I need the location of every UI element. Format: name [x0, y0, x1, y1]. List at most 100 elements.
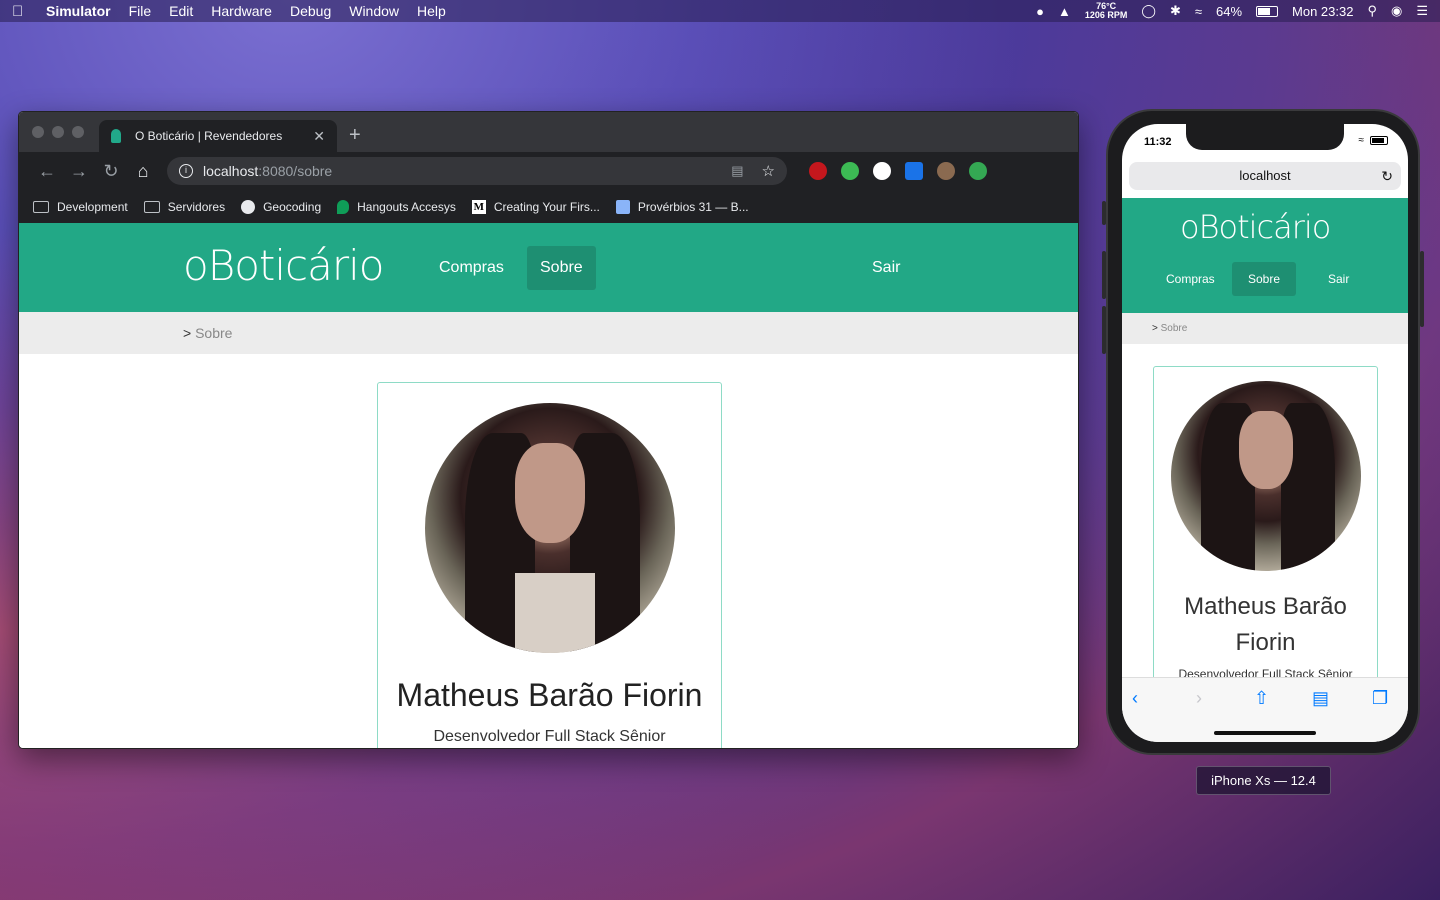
volume-up-button[interactable] [1102, 251, 1106, 299]
bookmark-geocoding[interactable]: Geocoding [241, 199, 322, 214]
profile-avatar[interactable] [937, 162, 955, 180]
bluetooth-icon[interactable]: ✱ [1170, 3, 1181, 19]
rpm-value: 1206 RPM [1084, 10, 1128, 20]
mobile-nav-compras[interactable]: Compras [1150, 262, 1231, 296]
back-icon[interactable]: ‹ [1132, 688, 1138, 709]
nav-compras[interactable]: Compras [426, 246, 517, 290]
bookmark-hangouts[interactable]: Hangouts Accesys [337, 199, 456, 214]
extension-color-icon[interactable] [841, 162, 859, 180]
menu-file[interactable]: File [129, 3, 152, 19]
profile-role: Desenvolvedor Full Stack Sênior [433, 728, 666, 745]
siri-icon[interactable]: ◉ [1391, 3, 1402, 19]
photo-face [1238, 411, 1293, 489]
menu-help[interactable]: Help [417, 3, 446, 19]
breadcrumb-current: Sobre [195, 325, 233, 341]
medium-icon: M [471, 199, 486, 214]
menu-bar:  Simulator File Edit Hardware Debug Win… [0, 0, 1440, 22]
window-controls [32, 126, 84, 138]
back-icon[interactable]: ← [31, 161, 63, 182]
notification-center-icon[interactable]: ☰ [1416, 3, 1428, 19]
mute-switch[interactable] [1102, 201, 1106, 225]
boticario-logo[interactable]: oBoticário [1180, 208, 1331, 246]
mobile-breadcrumb: > Sobre [1122, 313, 1408, 344]
menu-app-name[interactable]: Simulator [46, 3, 111, 19]
browser-chrome: O Boticário | Revendedores ✕ + ← → ↻ ⌂ i… [19, 112, 1078, 223]
status-icons: ≈ [1358, 135, 1388, 146]
mobile-profile-name: Matheus Barão Fiorin [1154, 589, 1377, 661]
url-path: :8080/sobre [258, 163, 333, 179]
folder-icon [143, 200, 160, 213]
home-indicator[interactable] [1214, 731, 1316, 735]
menu-hardware[interactable]: Hardware [211, 3, 272, 19]
update-icon[interactable] [969, 162, 987, 180]
bookmark-medium[interactable]: M Creating Your Firs... [471, 199, 600, 214]
home-icon[interactable]: ⌂ [127, 161, 159, 182]
extension-blue-icon[interactable] [905, 162, 923, 180]
profile-card: Matheus Barão Fiorin Desenvolvedor Full … [377, 382, 722, 748]
site-info-icon[interactable]: i [179, 164, 193, 178]
browser-window: O Boticário | Revendedores ✕ + ← → ↻ ⌂ i… [18, 111, 1079, 749]
bookmark-label: Geocoding [263, 199, 322, 214]
volume-down-button[interactable] [1102, 306, 1106, 354]
forward-icon[interactable]: › [1196, 688, 1202, 709]
menu-edit[interactable]: Edit [169, 3, 193, 19]
adblock-plus-icon[interactable] [809, 162, 827, 180]
mobile-site-header: oBoticário Compras Sobre Sair [1122, 198, 1408, 313]
globe-icon [241, 199, 256, 214]
tabs-icon[interactable]: ❐ [1372, 688, 1388, 709]
simulator-device-label: iPhone Xs — 12.4 [1196, 766, 1331, 795]
bookmark-label: Creating Your Firs... [493, 199, 600, 214]
profile-name: Matheus Barão Fiorin [396, 677, 703, 713]
boticario-logo[interactable]: oBoticário [183, 241, 384, 290]
tab-title: O Boticário | Revendedores [135, 129, 283, 143]
folder-icon [33, 200, 49, 213]
bookmark-star-icon[interactable]: ☆ [762, 162, 775, 180]
bookmark-development[interactable]: Development [33, 200, 128, 214]
profile-photo [424, 403, 675, 653]
elephant-icon[interactable]: ● [1036, 4, 1044, 19]
menu-window[interactable]: Window [349, 3, 399, 19]
bookmark-proverbios[interactable]: Provérbios 31 — B... [615, 199, 749, 214]
battery-icon[interactable] [1256, 5, 1279, 17]
apple-icon[interactable]:  [12, 3, 28, 20]
side-button[interactable] [1420, 251, 1424, 327]
extensions [809, 162, 987, 180]
bookmark-label: Servidores [167, 199, 226, 214]
nav-sair[interactable]: Sair [859, 246, 913, 290]
status-time: 11:32 [1144, 136, 1172, 148]
new-tab-button[interactable]: + [349, 124, 361, 147]
mobile-nav-sair[interactable]: Sair [1312, 262, 1365, 296]
forward-icon[interactable]: → [63, 161, 95, 182]
wifi-icon[interactable]: ≈ [1195, 4, 1202, 19]
spotlight-icon[interactable]: ⚲ [1367, 3, 1377, 19]
battery-percent[interactable]: 64% [1216, 4, 1242, 19]
share-icon[interactable]: ⇧ [1254, 688, 1269, 709]
reload-icon[interactable]: ↻ [95, 161, 127, 182]
safari-address-bar[interactable]: localhost ↻ [1129, 162, 1401, 190]
reload-icon[interactable]: ↻ [1381, 162, 1393, 190]
bookmark-servidores[interactable]: Servidores [143, 199, 226, 214]
mobile-nav-sobre[interactable]: Sobre [1232, 262, 1297, 296]
address-bar[interactable]: i localhost:8080/sobre ▤ ☆ [167, 157, 787, 185]
browser-tab[interactable]: O Boticário | Revendedores ✕ [99, 120, 337, 152]
translate-icon[interactable]: ▤ [731, 163, 743, 179]
clock[interactable]: Mon 23:32 [1292, 4, 1353, 19]
temperature-readout[interactable]: 76°C 1206 RPM [1085, 2, 1128, 20]
safari-address: localhost [1239, 168, 1291, 183]
wifi-icon: ≈ [1358, 135, 1365, 146]
close-window-button[interactable] [32, 126, 44, 138]
menu-debug[interactable]: Debug [290, 3, 331, 19]
battery-icon [1370, 136, 1388, 145]
bookmarks-icon[interactable]: ▤ [1312, 688, 1329, 709]
docker-icon[interactable]: ▲ [1058, 4, 1071, 19]
minimize-window-button[interactable] [52, 126, 64, 138]
iphone-screen: 11:32 ≈ localhost ↻ oBoticário Compras S… [1122, 124, 1408, 742]
bookmark-label: Development [57, 199, 128, 214]
breadcrumb-current: Sobre [1160, 323, 1188, 334]
close-tab-icon[interactable]: ✕ [313, 128, 325, 145]
mobile-profile-card: Matheus Barão Fiorin Desenvolvedor Full … [1153, 366, 1378, 696]
nav-sobre[interactable]: Sobre [527, 246, 596, 290]
zoom-window-button[interactable] [72, 126, 84, 138]
bitcoin-icon[interactable]: ◯ [1141, 3, 1156, 19]
extension-circle-icon[interactable] [873, 162, 891, 180]
